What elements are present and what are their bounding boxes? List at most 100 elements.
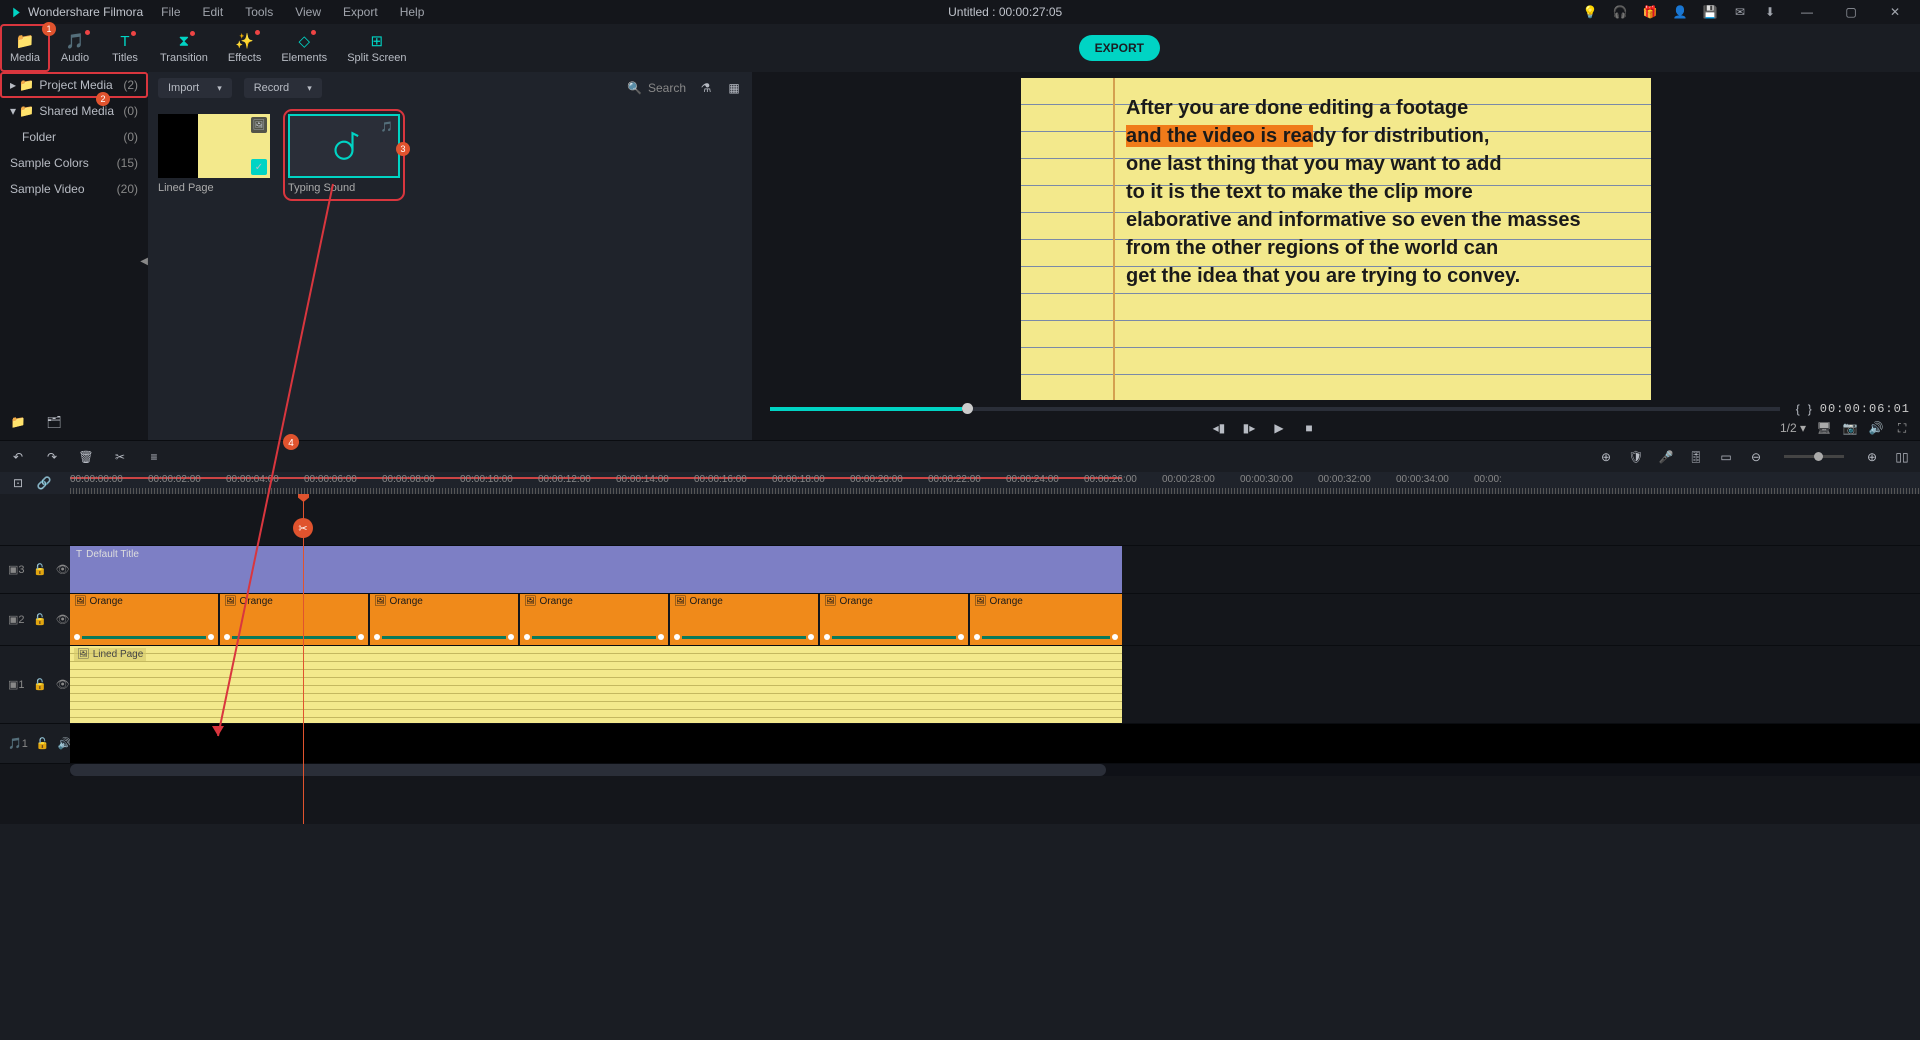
tab-media[interactable]: 📁 Media 1 [0,24,50,72]
stop-button[interactable]: ■ [1301,420,1317,436]
document-title: Untitled : 00:00:27:05 [442,5,1568,19]
bracket-left[interactable]: { [1796,402,1800,416]
play-button[interactable]: ▶ [1271,420,1287,436]
next-frame-button[interactable]: ▮▸ [1241,420,1257,436]
export-button[interactable]: EXPORT [1079,35,1160,61]
menu-help[interactable]: Help [396,3,429,21]
ruler-tick: 00:00:16:00 [694,474,747,485]
zoom-slider[interactable] [1784,455,1844,458]
sidebar-sample-video[interactable]: Sample Video (20) [0,176,148,202]
cut-button[interactable]: ✂ [112,449,128,465]
menu-file[interactable]: File [157,3,184,21]
import-dropdown[interactable]: Import▾ [158,78,232,98]
tab-audio[interactable]: 🎵 Audio [50,24,100,72]
scissors-icon[interactable]: ✂ [293,518,313,538]
sidebar-shared-media[interactable]: ▾ 📁 Shared Media (0) [0,98,148,124]
scrub-bar[interactable] [770,407,1780,411]
filter-icon[interactable]: ⚗ [698,80,714,96]
playhead[interactable]: ✂ [303,494,304,824]
eye-icon[interactable]: 👁 [55,677,70,693]
lock-icon[interactable]: 🔓 [33,612,48,628]
bracket-right[interactable]: } [1808,402,1812,416]
clip-orange[interactable]: 🖼 Orange [670,594,818,645]
tab-transition[interactable]: ⧗ Transition [150,24,218,72]
monitor-icon[interactable]: 🖥 [1816,420,1832,436]
ruler-cut-icon[interactable]: ⊡ [10,475,26,491]
undo-button[interactable]: ↶ [10,449,26,465]
media-sidebar: ▸ 📁 Project Media (2) 2 ▾ 📁 Shared Media… [0,72,148,440]
timeline-tracks: ✂ ▣3🔓👁 T Default Title ▣2🔓👁 🖼 Orange🖼 Or… [0,494,1920,824]
clip-default-title[interactable]: T Default Title [70,546,1122,593]
menubar: Wondershare Filmora File Edit Tools View… [0,0,1920,24]
tab-effects[interactable]: ✨ Effects [218,24,271,72]
thumb-lined-page[interactable]: 🖼 ✓ Lined Page [158,114,270,196]
gift-icon[interactable]: 🎁 [1642,4,1658,20]
ruler-tick: 00:00:24:00 [1006,474,1059,485]
mic-icon[interactable]: 🎤 [1658,449,1674,465]
account-icon[interactable]: 👤 [1672,4,1688,20]
save-icon[interactable]: 💾 [1702,4,1718,20]
volume-icon[interactable]: 🔊 [1868,420,1884,436]
marker-icon[interactable]: ⊕ [1598,449,1614,465]
lightbulb-icon[interactable]: 💡 [1582,4,1598,20]
sidebar-folder[interactable]: Folder (0) [0,124,148,150]
lock-icon[interactable]: 🔓 [33,562,48,578]
snapshot-icon[interactable]: 📷 [1842,420,1858,436]
delete-button[interactable]: 🗑 [78,449,94,465]
ruler-tick: 00:00:32:00 [1318,474,1371,485]
collapse-icon[interactable]: ◀ [140,256,148,267]
app-logo: Wondershare Filmora [10,5,143,19]
menu-edit[interactable]: Edit [199,3,228,21]
clip-orange[interactable]: 🖼 Orange [520,594,668,645]
open-folder-icon[interactable]: 🗂 [46,414,62,430]
ruler-tick: 00:00:30:00 [1240,474,1293,485]
tab-split-screen[interactable]: ⊞ Split Screen [337,24,416,72]
fit-button[interactable]: ▯▯ [1894,449,1910,465]
redo-button[interactable]: ↷ [44,449,60,465]
record-dropdown[interactable]: Record▾ [244,78,322,98]
render-icon[interactable]: ▭ [1718,449,1734,465]
elements-icon: ◇ [298,32,310,50]
mail-icon[interactable]: ✉ [1732,4,1748,20]
lock-icon[interactable]: 🔓 [33,677,48,693]
adjust-button[interactable]: ≡ [146,449,162,465]
ruler-link-icon[interactable]: 🔗 [36,475,52,491]
menu-tools[interactable]: Tools [241,3,277,21]
eye-icon[interactable]: 👁 [55,562,70,578]
tab-elements[interactable]: ◇ Elements [271,24,337,72]
ruler-tick: 00:00:28:00 [1162,474,1215,485]
ruler-tick: 00:00:00:00 [70,474,123,485]
fullscreen-icon[interactable]: ⛶ [1894,420,1910,436]
preview-canvas[interactable]: After you are done editing a footage and… [1021,78,1651,400]
clip-orange[interactable]: 🖼 Orange [70,594,218,645]
headphones-icon[interactable]: 🎧 [1612,4,1628,20]
eye-icon[interactable]: 👁 [55,612,70,628]
minimize-button[interactable]: — [1792,5,1822,19]
clip-orange[interactable]: 🖼 Orange [970,594,1122,645]
callout-3: 3 [396,142,410,156]
download-icon[interactable]: ⬇ [1762,4,1778,20]
maximize-button[interactable]: ▢ [1836,5,1866,19]
prev-frame-button[interactable]: ◂▮ [1211,420,1227,436]
new-folder-icon[interactable]: 📁 [10,414,26,430]
zoom-in-button[interactable]: ⊕ [1864,449,1880,465]
lock-icon[interactable]: 🔓 [36,736,50,752]
zoom-out-button[interactable]: ⊖ [1748,449,1764,465]
sidebar-sample-colors[interactable]: Sample Colors (15) [0,150,148,176]
track-video-3: ▣3🔓👁 T Default Title [0,546,1920,594]
sidebar-project-media[interactable]: ▸ 📁 Project Media (2) 2 [0,72,148,98]
grid-icon[interactable]: ▦ [726,80,742,96]
clip-orange[interactable]: 🖼 Orange [820,594,968,645]
menu-view[interactable]: View [291,3,325,21]
mixer-icon[interactable]: 🎚 [1688,449,1704,465]
zoom-fraction[interactable]: 1/2 ▾ [1780,421,1806,435]
shield-icon[interactable]: 🛡 [1628,449,1644,465]
tab-titles[interactable]: T Titles [100,24,150,72]
text-icon: T [120,33,129,50]
ruler-tick: 00:00:12:00 [538,474,591,485]
menu-export[interactable]: Export [339,3,382,21]
search-box[interactable]: 🔍 Search [627,81,686,95]
timeline-scrollbar[interactable] [70,764,1920,776]
transition-icon: ⧗ [179,33,190,50]
close-button[interactable]: ✕ [1880,5,1910,19]
